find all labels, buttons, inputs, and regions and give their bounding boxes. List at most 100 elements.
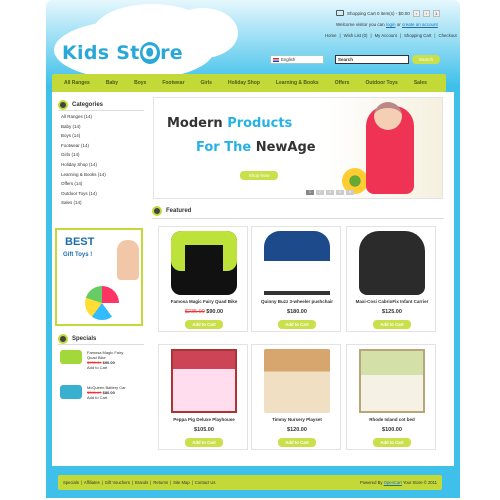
footer-link[interactable]: Site Map	[173, 480, 190, 485]
cart-prev-button[interactable]: ‹	[412, 9, 420, 17]
top-link[interactable]: Wish List (0)	[344, 33, 368, 38]
featured-heading: Featured	[152, 206, 191, 216]
flag-icon	[273, 58, 279, 62]
top-link[interactable]: Checkout	[439, 33, 457, 38]
shop-now-button[interactable]: Shop Now	[240, 171, 278, 180]
nav-item[interactable]: Boys	[134, 80, 146, 86]
nav-item[interactable]: Holiday Shop	[228, 80, 260, 86]
category-list: All Ranges (14) Baby (14) Boys (14) Footwea…	[61, 114, 106, 210]
add-to-cart-button[interactable]: Add to Cart	[278, 320, 316, 329]
category-link[interactable]: Boys (14)	[61, 133, 106, 138]
store-logo[interactable]: Kids St Ore	[62, 42, 183, 64]
car-seat-image[interactable]	[359, 231, 425, 295]
footer-link[interactable]: Specials	[63, 480, 79, 485]
language-select[interactable]: English	[270, 55, 324, 64]
product-name[interactable]: Peppa Pig Deluxe Playhouse	[159, 417, 249, 422]
product-card[interactable]: Famosa Magic Fairy Quad Bike $235.00 $90.…	[158, 226, 248, 332]
nav-item[interactable]: Learning & Books	[276, 80, 319, 86]
top-link[interactable]: My Account	[375, 33, 397, 38]
footer-links: Specials | Affiliates | Gift Vouchers | Brands…	[63, 480, 216, 485]
slider-dot[interactable]: 2	[316, 190, 324, 195]
cart-summary[interactable]: Shopping Cart 0 item(s) - $0.00 ‹ › 1	[336, 8, 460, 18]
dollhouse-image[interactable]	[171, 349, 237, 413]
special-item[interactable]: Famosa Magic Fairy Quad Bike $235.00 $90…	[60, 350, 123, 370]
footer-link[interactable]: Brands	[135, 480, 148, 485]
product-card[interactable]: Peppa Pig Deluxe Playhouse $105.00 Add to …	[158, 344, 248, 450]
footer-separator: |	[170, 480, 172, 485]
nav-item[interactable]: Girls	[201, 80, 212, 86]
product-price: $235.00 $90.00	[159, 309, 249, 315]
footer-link[interactable]: Affiliates	[84, 480, 100, 485]
create-account-link[interactable]: create an account	[402, 22, 438, 27]
nav-item[interactable]: Outdoor Toys	[365, 80, 397, 86]
battery-car-thumbnail[interactable]	[60, 385, 82, 399]
special-item[interactable]: McQueen Battery Car $385.00 $80.00 Add t…	[60, 385, 126, 400]
bunk-bed-image[interactable]	[359, 349, 425, 413]
nav-item[interactable]: All Ranges	[64, 80, 90, 86]
product-name[interactable]: Timmy Nursery Playset	[252, 417, 342, 422]
slider-dot[interactable]: 5	[346, 190, 354, 195]
product-price: $180.00	[252, 309, 342, 315]
category-link[interactable]: All Ranges (14)	[61, 114, 106, 119]
add-to-cart-button[interactable]: Add to Cart	[278, 438, 316, 447]
product-name[interactable]: Quinny Buzz 3-wheeler pushchair	[252, 299, 342, 304]
beach-ball-image	[85, 286, 119, 320]
nav-item[interactable]: Footwear	[162, 80, 184, 86]
hero-banner[interactable]: Modern Products For The NewAge Shop Now …	[153, 97, 443, 199]
footer-separator: |	[150, 480, 152, 485]
product-card[interactable]: Quinny Buzz 3-wheeler pushchair $180.00 Ad…	[251, 226, 341, 332]
quad-bike-image[interactable]	[171, 231, 237, 295]
category-link[interactable]: Learning & Books (14)	[61, 172, 106, 177]
baby-image	[117, 240, 139, 280]
top-link[interactable]: Home	[325, 33, 336, 38]
category-link[interactable]: Holiday Shop (14)	[61, 162, 106, 167]
footer-link[interactable]: Returns	[153, 480, 168, 485]
categories-heading: Categories	[58, 100, 103, 110]
slider-dot[interactable]: 1	[306, 190, 314, 195]
hero-line1-a: Modern	[167, 116, 228, 131]
quad-bike-thumbnail[interactable]	[60, 350, 82, 364]
specials-heading: Specials	[58, 334, 96, 344]
category-link[interactable]: Sales (14)	[61, 200, 106, 205]
footer-separator: |	[80, 480, 82, 485]
add-to-cart-button[interactable]: Add to Cart	[373, 438, 411, 447]
product-name[interactable]: Maxi-Cosi CabrioFix Infant Carrier	[347, 299, 437, 304]
search-input[interactable]: Search	[335, 55, 409, 64]
special-add-to-cart[interactable]: Add to Cart	[87, 365, 123, 370]
nav-item[interactable]: Baby	[106, 80, 118, 86]
nav-item[interactable]: Offers	[335, 80, 350, 86]
add-to-cart-button[interactable]: Add to Cart	[185, 320, 223, 329]
stroller-image[interactable]	[264, 231, 330, 295]
cart-next-button[interactable]: ›	[422, 9, 430, 17]
top-link-separator: |	[339, 33, 341, 38]
nav-item[interactable]: Sales	[414, 80, 427, 86]
best-gift-toys-banner[interactable]: BEST Gift Toys !	[55, 228, 143, 326]
add-to-cart-button[interactable]: Add to Cart	[185, 438, 223, 447]
top-link[interactable]: Shopping Cart	[404, 33, 431, 38]
category-link[interactable]: Girls (14)	[61, 152, 106, 157]
category-link[interactable]: Outdoor Toys (14)	[61, 191, 106, 196]
opencart-link[interactable]: OpenCart	[384, 480, 402, 485]
product-name[interactable]: Famosa Magic Fairy Quad Bike	[159, 299, 249, 304]
product-card[interactable]: Timmy Nursery Playset $120.00 Add to Cart	[251, 344, 341, 450]
slider-dot[interactable]: 3	[326, 190, 334, 195]
hero-line2-b: NewAge	[255, 140, 316, 155]
nursery-playset-image[interactable]	[264, 349, 330, 413]
add-to-cart-button[interactable]: Add to Cart	[373, 320, 411, 329]
product-card[interactable]: Rhode Island cot bed $100.00 Add to Cart	[346, 344, 436, 450]
category-link[interactable]: Offers (14)	[61, 181, 106, 186]
footer-link[interactable]: Gift Vouchers	[105, 480, 130, 485]
slider-dot[interactable]: 4	[336, 190, 344, 195]
footer-link[interactable]: Contact Us	[195, 480, 216, 485]
product-card[interactable]: Maxi-Cosi CabrioFix Infant Carrier $125.0…	[346, 226, 436, 332]
special-add-to-cart[interactable]: Add to Cart	[87, 395, 126, 400]
category-link[interactable]: Footwear (14)	[61, 143, 106, 148]
cart-summary-text[interactable]: Shopping Cart 0 item(s) - $0.00	[347, 11, 410, 16]
boy-icon	[58, 100, 68, 110]
login-link[interactable]: login	[386, 22, 396, 27]
search-button[interactable]: Search	[412, 55, 440, 64]
product-new-price: $120.00	[287, 427, 307, 433]
footer-separator: |	[131, 480, 134, 485]
category-link[interactable]: Baby (14)	[61, 124, 106, 129]
product-name[interactable]: Rhode Island cot bed	[347, 417, 437, 422]
